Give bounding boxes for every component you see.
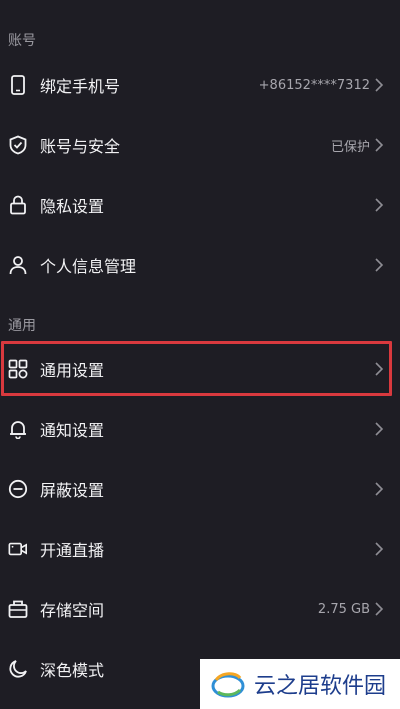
bell-icon <box>8 419 28 439</box>
account-security-row[interactable]: 账号与安全 已保护 <box>0 115 400 175</box>
storage-value: 2.75 GB <box>317 601 370 617</box>
bind-phone-value: +86152****7312 <box>258 77 370 93</box>
watermark-logo <box>210 666 246 702</box>
camera-icon <box>8 539 28 559</box>
moon-icon <box>8 659 28 679</box>
lock-icon <box>8 195 28 215</box>
bind-phone-label: 绑定手机号 <box>40 77 121 96</box>
block-icon <box>8 479 28 499</box>
live-stream-row[interactable]: 开通直播 <box>0 519 400 579</box>
bind-phone-row[interactable]: 绑定手机号 +86152****7312 <box>0 55 400 115</box>
phone-icon <box>8 75 28 95</box>
account-security-value: 已保护 <box>330 139 370 155</box>
chevron-right-icon <box>374 197 384 213</box>
storage-row[interactable]: 存储空间 2.75 GB <box>0 579 400 639</box>
privacy-settings-label: 隐私设置 <box>40 197 105 216</box>
chevron-right-icon <box>374 77 384 93</box>
watermark-text: 云之居软件园 <box>254 674 387 699</box>
dark-mode-label: 深色模式 <box>40 661 105 680</box>
section-header-general: 通用 <box>8 318 36 334</box>
live-stream-label: 开通直播 <box>40 541 105 560</box>
notification-settings-row[interactable]: 通知设置 <box>0 399 400 459</box>
chevron-right-icon <box>374 541 384 557</box>
chevron-right-icon <box>374 257 384 273</box>
notification-settings-label: 通知设置 <box>40 421 105 440</box>
chevron-right-icon <box>374 601 384 617</box>
chevron-right-icon <box>374 137 384 153</box>
personal-info-row[interactable]: 个人信息管理 <box>0 235 400 295</box>
privacy-settings-row[interactable]: 隐私设置 <box>0 175 400 235</box>
highlight-box <box>1 341 392 396</box>
storage-icon <box>8 599 28 619</box>
block-settings-row[interactable]: 屏蔽设置 <box>0 459 400 519</box>
storage-label: 存储空间 <box>40 601 105 620</box>
chevron-right-icon <box>374 481 384 497</box>
chevron-right-icon <box>374 421 384 437</box>
shield-icon <box>8 135 28 155</box>
personal-info-label: 个人信息管理 <box>40 257 137 276</box>
person-icon <box>8 255 28 275</box>
watermark: 云之居软件园 <box>200 659 400 709</box>
account-security-label: 账号与安全 <box>40 137 121 156</box>
block-settings-label: 屏蔽设置 <box>40 481 105 500</box>
section-header-account: 账号 <box>8 33 36 49</box>
